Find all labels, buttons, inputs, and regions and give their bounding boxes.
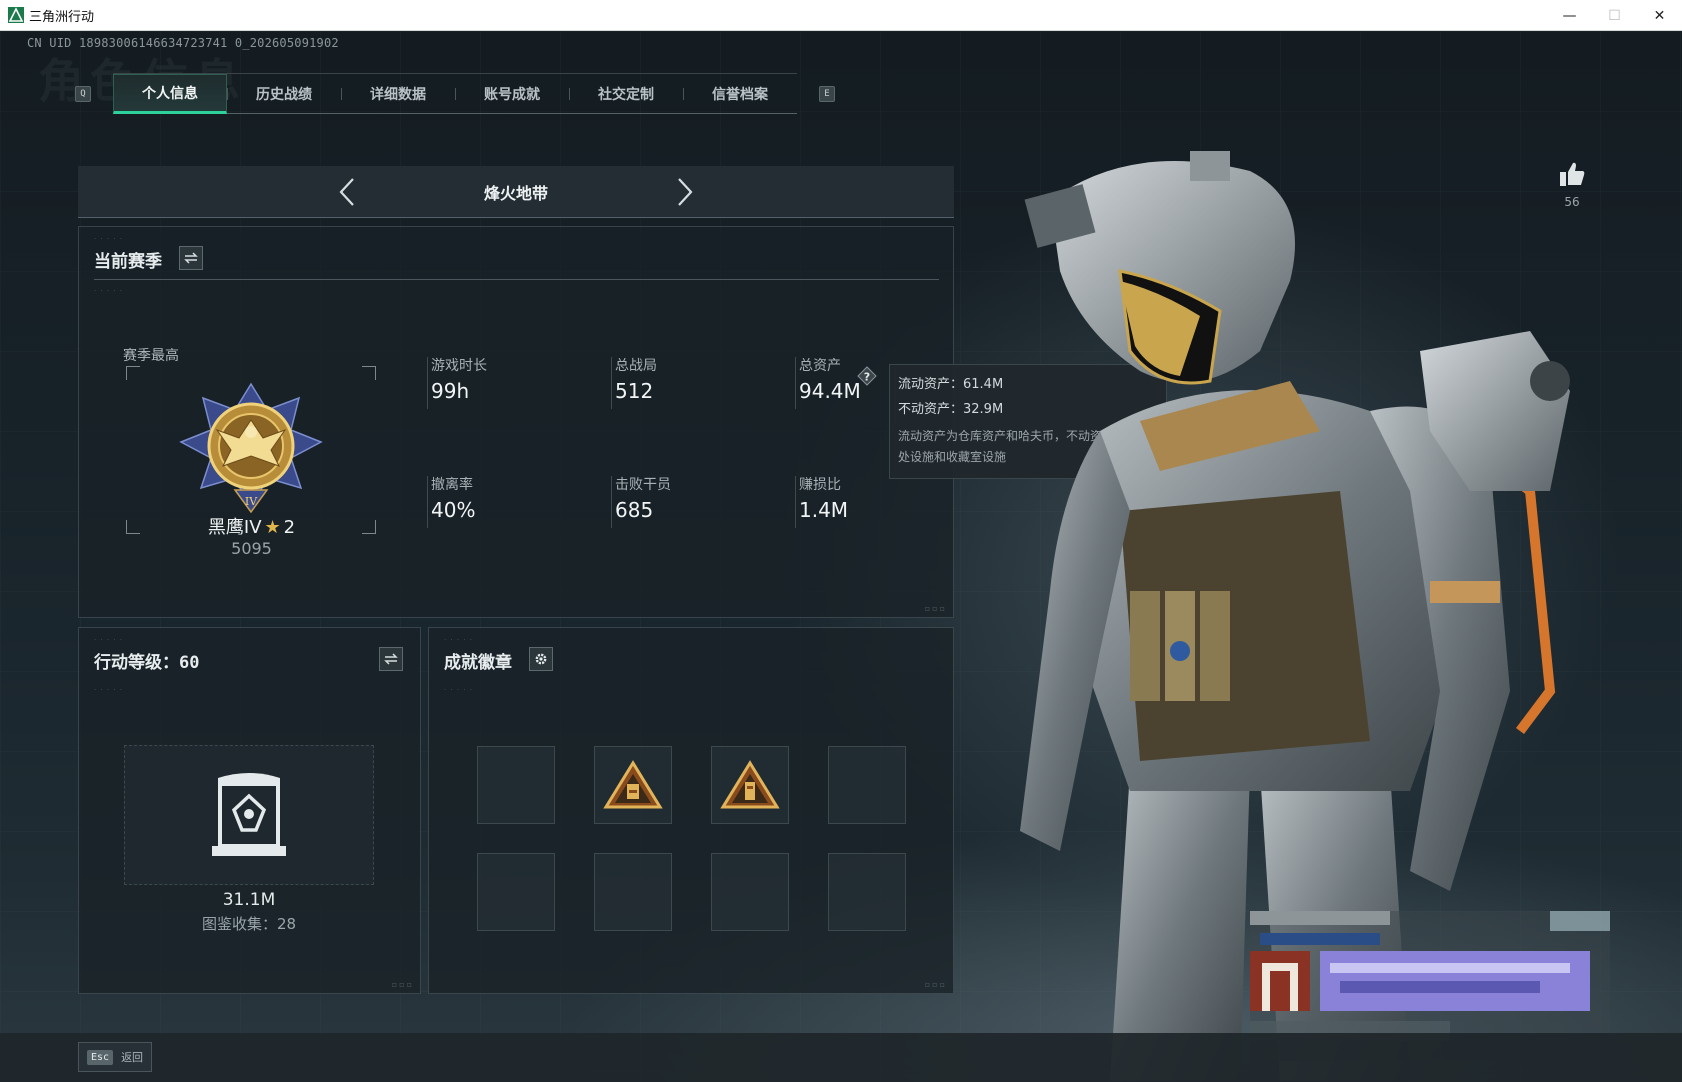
stat-value: 40% xyxy=(431,498,476,522)
season-switch-button[interactable] xyxy=(179,246,203,270)
app-icon xyxy=(8,7,24,23)
tab-bar: Q 个人信息 历史战绩 详细数据 账号成就 社交定制 信誉档案 E xyxy=(75,73,835,114)
stat-label: 撤离率 xyxy=(431,477,473,493)
stat-extraction-rate: 撤离率 40% xyxy=(426,474,476,528)
tab-detailed-data[interactable]: 详细数据 xyxy=(341,74,455,114)
tab-personal-info[interactable]: 个人信息 xyxy=(113,74,227,114)
prev-tab-key-hint[interactable]: Q xyxy=(75,86,91,102)
rank-stars: 2 xyxy=(283,517,296,538)
action-level-title: 行动等级：60 xyxy=(94,653,200,673)
next-map-button[interactable] xyxy=(670,177,700,207)
rank-points: 5095 xyxy=(231,539,272,558)
tab-achievements[interactable]: 账号成就 xyxy=(455,74,569,114)
window-title: 三角洲行动 xyxy=(29,9,95,25)
next-tab-key-hint[interactable]: E xyxy=(819,86,835,102)
badge-slot-filled[interactable] xyxy=(711,746,789,824)
season-divider xyxy=(94,279,939,280)
rank-name: 黑鹰IV ★ 2 xyxy=(179,513,324,539)
panel-corner-deco: ▫▫▫ xyxy=(924,604,947,613)
stat-total-assets: 总资产 94.4M xyxy=(795,355,861,409)
panel-deco-text: · · · · · xyxy=(94,287,124,295)
star-icon: ★ xyxy=(264,517,281,538)
chevron-right-icon xyxy=(678,178,693,206)
stat-total-matches: 总战局 512 xyxy=(611,355,657,409)
badge-slot-empty[interactable] xyxy=(594,853,672,931)
tab-match-history[interactable]: 历史战绩 xyxy=(227,74,341,114)
prev-map-button[interactable] xyxy=(332,177,362,207)
close-button[interactable]: ✕ xyxy=(1637,0,1682,31)
help-icon[interactable]: ? xyxy=(857,366,877,386)
rank-emblem-icon: IV xyxy=(179,382,323,514)
badge-triangle-icon xyxy=(720,760,780,809)
maximize-button[interactable]: ☐ xyxy=(1592,0,1637,31)
panel-deco-text: · · · · · xyxy=(94,686,124,694)
action-level-panel: · · · · · 行动等级：60 · · · · · 31.1M 图鉴收集：2… xyxy=(78,627,421,994)
badge-slot-empty[interactable] xyxy=(711,853,789,931)
stat-label: 游戏时长 xyxy=(431,358,487,374)
tab-social-custom[interactable]: 社交定制 xyxy=(569,74,683,114)
tab-row: 个人信息 历史战绩 详细数据 账号成就 社交定制 信誉档案 xyxy=(113,73,797,114)
current-season-panel: · · · · · 当前赛季 · · · · · 赛季最高 IV 黑鹰IV ★ 2 … xyxy=(78,226,954,618)
stat-value: 1.4M xyxy=(799,498,849,522)
badges-title: 成就徽章 xyxy=(444,653,512,673)
stat-label: 总资产 xyxy=(799,358,841,374)
svg-text:IV: IV xyxy=(245,495,258,508)
level-switch-button[interactable] xyxy=(379,647,403,671)
collection-count: 图鉴收集：28 xyxy=(201,915,297,933)
badge-slot-empty[interactable] xyxy=(828,853,906,931)
season-best-label: 赛季最高 xyxy=(123,348,179,364)
panel-deco-text: · · · · · xyxy=(444,686,474,694)
rank-name-text: 黑鹰IV xyxy=(207,517,262,538)
stat-value: 512 xyxy=(615,379,654,403)
badge-slot-empty[interactable] xyxy=(477,853,555,931)
stat-label: 总战局 xyxy=(615,358,657,374)
season-title: 当前赛季 xyxy=(94,252,162,272)
stat-play-time: 游戏时长 99h xyxy=(427,355,487,409)
window-titlebar: 三角洲行动 — ☐ ✕ xyxy=(0,0,1682,31)
badge-slot-empty[interactable] xyxy=(477,746,555,824)
achievement-badges-panel: · · · · · 成就徽章 · · · · · ▫▫▫ xyxy=(428,627,954,994)
panel-corner-deco: ▫▫▫ xyxy=(391,980,414,989)
swap-icon xyxy=(384,653,398,665)
like-count: 56 xyxy=(1564,195,1580,209)
back-button[interactable]: Esc 返回 xyxy=(78,1042,152,1072)
stat-profit-loss-ratio: 赚损比 1.4M xyxy=(794,474,849,528)
collection-case-icon xyxy=(212,773,286,856)
stat-value: 685 xyxy=(615,498,654,522)
gear-icon xyxy=(535,653,547,665)
stat-value: 99h xyxy=(431,379,470,403)
stat-label: 击败干员 xyxy=(615,477,671,493)
uid-text: CN UID 18983006146634723741 0_2026050919… xyxy=(27,36,339,50)
app-canvas: 角色信息 CN UID 18983006146634723741 0_20260… xyxy=(0,31,1682,1082)
collection-value: 31.1M xyxy=(222,890,276,910)
badge-slot-empty[interactable] xyxy=(828,746,906,824)
swap-icon xyxy=(184,252,198,264)
thumbs-up-icon xyxy=(1560,162,1585,186)
badge-triangle-icon xyxy=(603,760,663,809)
panel-deco-text: · · · · · xyxy=(94,235,124,243)
panel-deco-text: · · · · · xyxy=(444,636,474,644)
map-name: 烽火地带 xyxy=(483,183,548,203)
panel-deco-text: · · · · · xyxy=(94,636,124,644)
esc-key-hint: Esc xyxy=(87,1049,114,1065)
badge-slot-filled[interactable] xyxy=(594,746,672,824)
minimize-button[interactable]: — xyxy=(1547,0,1592,31)
stat-value: 94.4M xyxy=(799,379,861,403)
stat-label: 赚损比 xyxy=(799,477,841,493)
tab-credit-record[interactable]: 信誉档案 xyxy=(683,74,797,114)
back-label: 返回 xyxy=(121,1051,144,1064)
bottom-bar xyxy=(0,1033,1682,1082)
panel-corner-deco: ▫▫▫ xyxy=(924,980,947,989)
like-widget[interactable]: 56 xyxy=(1555,161,1589,209)
svg-text:?: ? xyxy=(864,371,870,384)
map-selector: 烽火地带 xyxy=(78,166,954,218)
badge-settings-button[interactable] xyxy=(529,647,553,671)
chevron-left-icon xyxy=(339,178,354,206)
stat-operators-defeated: 击败干员 685 xyxy=(611,474,671,528)
